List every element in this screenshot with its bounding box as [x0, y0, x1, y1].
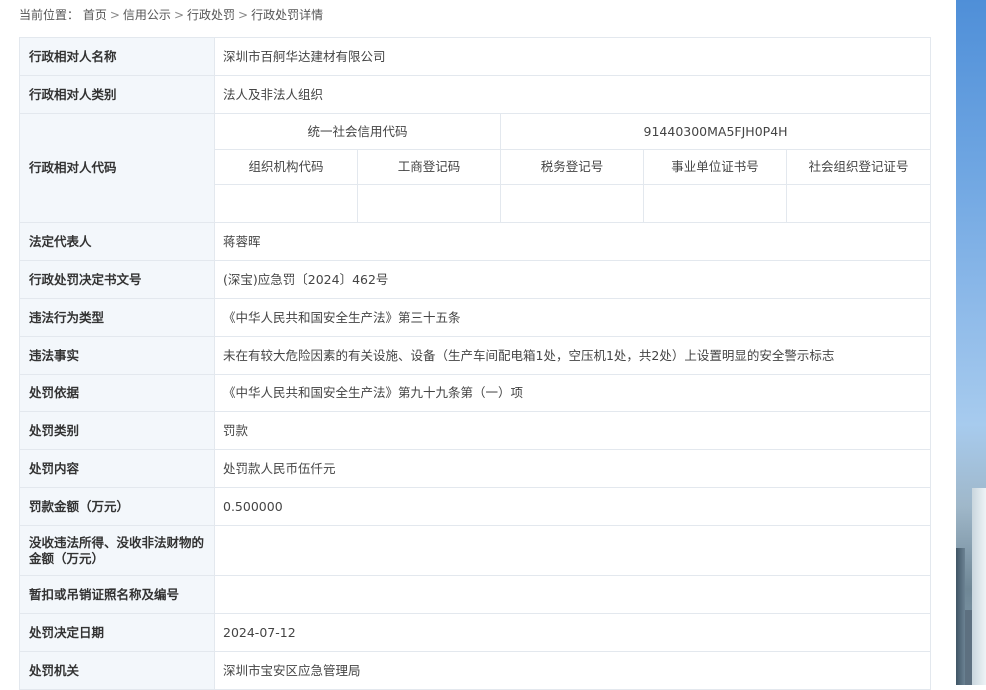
subject-type-value: 法人及非法人组织: [213, 75, 932, 114]
business-reg-header: 工商登记码: [357, 149, 501, 185]
table-row: 没收违法所得、没收非法财物的金额（万元）: [19, 525, 932, 576]
credit-code-header: 统一社会信用代码: [214, 113, 501, 150]
tax-reg-header: 税务登记号: [500, 149, 644, 185]
breadcrumb-credit-link[interactable]: 信用公示: [123, 8, 171, 22]
legal-rep-value: 蒋蓉晖: [213, 222, 932, 261]
basis-value: 《中华人民共和国安全生产法》第九十九条第（一）项: [213, 374, 932, 412]
decision-date-value: 2024-07-12: [213, 613, 932, 652]
violation-type-value: 《中华人民共和国安全生产法》第三十五条: [213, 298, 932, 337]
row-label: 处罚决定日期: [19, 613, 215, 652]
table-row: 暂扣或吊销证照名称及编号: [19, 575, 932, 614]
institution-cert-header: 事业单位证书号: [643, 149, 787, 185]
org-code-header: 组织机构代码: [214, 149, 358, 185]
table-row: 违法事实 未在有较大危险因素的有关设施、设备（生产车间配电箱1处，空压机1处，共…: [19, 336, 932, 375]
table-row: 处罚决定日期 2024-07-12: [19, 613, 932, 652]
row-label: 处罚内容: [19, 449, 215, 488]
breadcrumb-current: 行政处罚详情: [251, 8, 324, 22]
row-label: 处罚类别: [19, 411, 215, 450]
authority-value: 深圳市宝安区应急管理局: [213, 651, 932, 690]
row-label: 法定代表人: [19, 222, 215, 261]
confiscation-value: [213, 525, 932, 576]
row-label: 行政处罚决定书文号: [19, 260, 215, 299]
social-org-reg-header: 社会组织登记证号: [785, 149, 932, 185]
row-label: 行政相对人名称: [19, 37, 215, 76]
building-shape: [972, 488, 986, 685]
penalty-detail-table: 行政相对人名称 深圳市百舸华达建材有限公司 行政相对人类别 法人及非法人组织 行…: [19, 37, 932, 690]
tax-reg-value: [500, 184, 644, 223]
category-value: 罚款: [213, 411, 932, 450]
table-row: 处罚内容 处罚款人民币伍仟元: [19, 449, 932, 488]
table-row: 处罚类别 罚款: [19, 411, 932, 450]
table-row: 行政相对人类别 法人及非法人组织: [19, 75, 932, 114]
row-label: 罚款金额（万元）: [19, 487, 215, 526]
table-row: 违法行为类型 《中华人民共和国安全生产法》第三十五条: [19, 298, 932, 337]
table-row: 行政处罚决定书文号 (深宝)应急罚〔2024〕462号: [19, 260, 932, 299]
violation-fact-value: 未在有较大危险因素的有关设施、设备（生产车间配电箱1处，空压机1处，共2处）上设…: [213, 336, 932, 375]
breadcrumb-home-link[interactable]: 首页: [83, 8, 107, 22]
breadcrumb-separator: >: [238, 8, 249, 22]
institution-cert-value: [643, 184, 787, 223]
row-label: 处罚依据: [19, 374, 215, 412]
building-shape: [956, 548, 965, 685]
row-label: 违法事实: [19, 336, 215, 375]
breadcrumb-separator: >: [109, 8, 120, 22]
content-value: 处罚款人民币伍仟元: [213, 449, 932, 488]
table-row: 法定代表人 蒋蓉晖: [19, 222, 932, 261]
background-city-photo: [956, 0, 986, 685]
row-label: 处罚机关: [19, 651, 215, 690]
row-label: 没收违法所得、没收非法财物的金额（万元）: [19, 525, 215, 576]
credit-code-value: 91440300MA5FJH0P4H: [499, 113, 932, 150]
table-row: 罚款金额（万元） 0.500000: [19, 487, 932, 526]
row-label: 行政相对人类别: [19, 75, 215, 114]
social-org-reg-value: [785, 184, 932, 223]
breadcrumb-prefix: 当前位置：: [19, 8, 80, 22]
breadcrumb-penalty-link[interactable]: 行政处罚: [187, 8, 235, 22]
building-shape: [965, 610, 972, 685]
row-label: 行政相对人代码: [19, 113, 215, 223]
table-row: 处罚机关 深圳市宝安区应急管理局: [19, 651, 932, 690]
table-row: 行政相对人名称 深圳市百舸华达建材有限公司: [19, 37, 932, 76]
row-label: 暂扣或吊销证照名称及编号: [19, 575, 215, 614]
decision-no-value: (深宝)应急罚〔2024〕462号: [213, 260, 932, 299]
subject-name-value: 深圳市百舸华达建材有限公司: [213, 37, 932, 76]
table-row: 行政相对人代码 统一社会信用代码 91440300MA5FJH0P4H: [19, 113, 932, 223]
row-label: 违法行为类型: [19, 298, 215, 337]
org-code-value: [214, 184, 358, 223]
table-row: 处罚依据 《中华人民共和国安全生产法》第九十九条第（一）项: [19, 374, 932, 412]
license-value: [213, 575, 932, 614]
fine-amount-value: 0.500000: [213, 487, 932, 526]
breadcrumb: 当前位置： 首页 > 信用公示 > 行政处罚 > 行政处罚详情: [19, 6, 323, 24]
business-reg-value: [357, 184, 501, 223]
breadcrumb-separator: >: [173, 8, 184, 22]
